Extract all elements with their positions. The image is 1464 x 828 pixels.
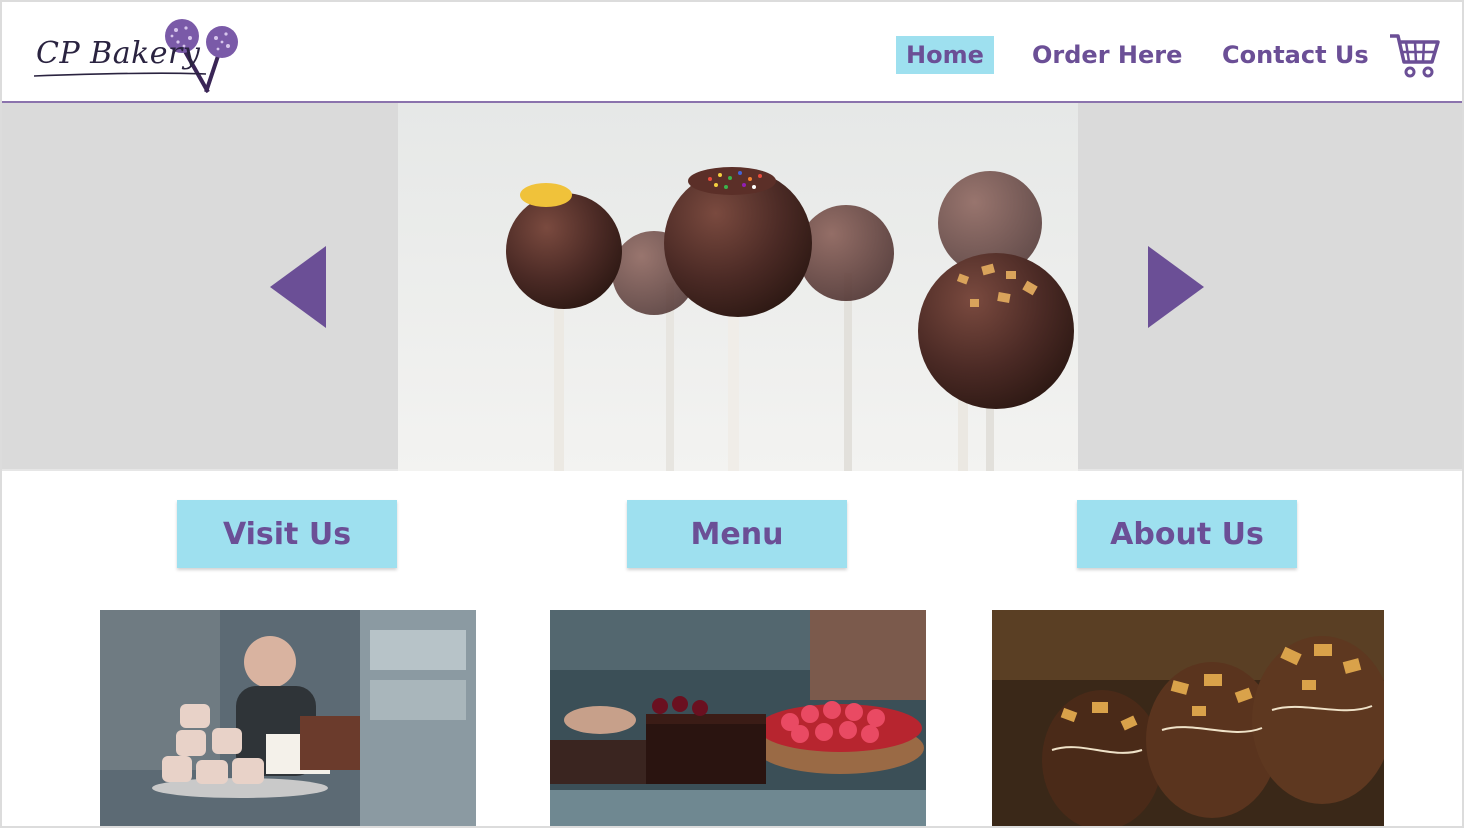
site-header: CP Bakery Home Order Here Contact Us — [2, 2, 1462, 103]
photo-visit-us[interactable] — [100, 610, 476, 826]
main-nav: Home Order Here Contact Us — [2, 36, 1462, 76]
about-us-button[interactable]: About Us — [1077, 500, 1297, 568]
visit-us-button[interactable]: Visit Us — [177, 500, 397, 568]
nav-order-here[interactable]: Order Here — [1032, 36, 1182, 74]
photo-about-us[interactable] — [992, 610, 1384, 826]
hero-carousel — [2, 103, 1462, 471]
menu-button[interactable]: Menu — [627, 500, 847, 568]
hero-image-cake-pops — [398, 103, 1078, 471]
carousel-next-arrow-icon[interactable] — [1148, 246, 1204, 333]
nav-contact-us[interactable]: Contact Us — [1222, 36, 1369, 74]
page-frame: CP Bakery Home Order Here Contact Us Vis… — [0, 0, 1464, 828]
shopping-cart-icon[interactable] — [1388, 32, 1440, 80]
nav-home[interactable]: Home — [896, 36, 994, 74]
photo-menu[interactable] — [550, 610, 926, 826]
carousel-prev-arrow-icon[interactable] — [270, 246, 326, 333]
